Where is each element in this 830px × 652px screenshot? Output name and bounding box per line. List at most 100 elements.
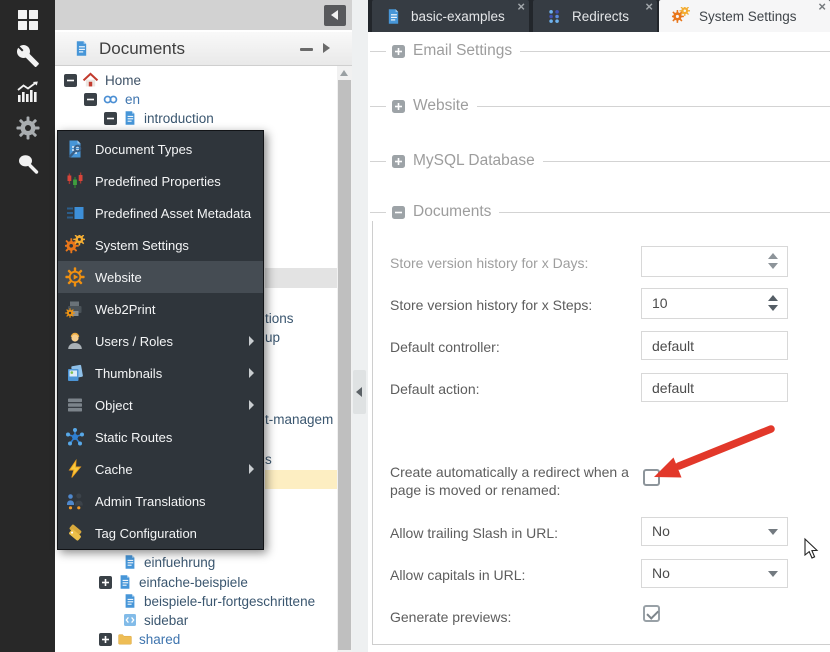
generate-previews-checkbox[interactable] [643, 605, 660, 622]
spin-up-icon[interactable] [768, 295, 778, 301]
tree-label[interactable]: beispiele-fur-fortgeschrittene [144, 594, 315, 609]
section-email-settings[interactable]: Email Settings [368, 42, 830, 60]
tree-row-introduction[interactable]: introduction [104, 108, 214, 128]
tree-row-einfache-beispiele[interactable]: einfache-beispiele [99, 572, 248, 592]
document-types-icon [65, 139, 85, 159]
panel-top-bar [55, 0, 352, 30]
documents-panel-header[interactable]: Documents [55, 32, 352, 66]
submenu-arrow-icon [249, 464, 254, 474]
menu-item-predefined-asset-metadata[interactable]: Predefined Asset Metadata [58, 197, 263, 229]
section-mysql-database[interactable]: MySQL Database [368, 152, 830, 170]
menu-item-cache[interactable]: Cache [58, 453, 263, 485]
tree-label[interactable]: einfache-beispiele [139, 575, 248, 590]
expand-node-icon[interactable] [99, 576, 112, 589]
trailing-slash-select[interactable]: No [641, 517, 788, 546]
version-history-steps-spinner[interactable]: 10 [641, 288, 788, 319]
expand-section-icon[interactable] [392, 155, 405, 168]
tree-label[interactable]: Home [105, 73, 141, 88]
version-history-days-spinner[interactable] [641, 246, 788, 277]
section-label: Documents [413, 203, 491, 221]
scrollbar-thumb[interactable] [338, 80, 351, 650]
expand-node-icon[interactable] [99, 633, 112, 646]
folder-icon [117, 631, 133, 647]
tree-row-beispiele-fur-fortgeschrittene[interactable]: beispiele-fur-fortgeschrittene [117, 591, 315, 611]
tree-row-home[interactable]: Home [64, 70, 141, 90]
menu-item-predefined-properties[interactable]: Predefined Properties [58, 165, 263, 197]
tag-configuration-icon [65, 523, 85, 543]
tab-basic-examples[interactable]: basic-examples × [372, 0, 529, 32]
expand-tree-tool[interactable] [323, 43, 330, 53]
scroll-up-arrow-icon[interactable] [340, 70, 348, 76]
menu-item-admin-translations[interactable]: Admin Translations [58, 485, 263, 517]
menu-item-tag-configuration[interactable]: Tag Configuration [58, 517, 263, 549]
collapse-section-icon[interactable] [392, 206, 405, 219]
submenu-arrow-icon [249, 336, 254, 346]
tree-label[interactable]: shared [139, 632, 180, 647]
menu-item-label: Tag Configuration [95, 526, 197, 541]
section-label: MySQL Database [413, 152, 535, 170]
tree-label-fragment[interactable]: s [265, 452, 337, 467]
field-label: Allow capitals in URL: [390, 566, 642, 584]
tree-label-fragment[interactable]: t-managem [265, 412, 337, 427]
spin-down-icon[interactable] [768, 263, 778, 269]
menu-item-document-types[interactable]: Document Types [58, 133, 263, 165]
default-controller-input[interactable] [641, 331, 788, 360]
close-tab-icon[interactable]: × [517, 0, 525, 14]
menu-item-system-settings[interactable]: System Settings [58, 229, 263, 261]
tree-scrollbar[interactable] [337, 66, 352, 652]
section-documents[interactable]: Documents [368, 203, 830, 221]
expand-section-icon[interactable] [392, 45, 405, 58]
spin-down-icon[interactable] [768, 305, 778, 311]
admin-translations-icon [65, 491, 85, 511]
spin-up-icon[interactable] [768, 253, 778, 259]
collapse-tree-tool[interactable] [300, 48, 313, 51]
menu-item-users-roles[interactable]: Users / Roles [58, 325, 263, 357]
home-icon [82, 72, 99, 89]
close-tab-icon[interactable]: × [645, 0, 653, 14]
tree-row-shared[interactable]: shared [99, 629, 180, 649]
tab-redirects[interactable]: Redirects × [533, 0, 657, 32]
tree-label-fragment[interactable]: tions [265, 311, 337, 326]
tree-label-fragment[interactable]: up [265, 330, 337, 345]
tree-label[interactable]: en [125, 92, 140, 107]
menu-item-object[interactable]: Object [58, 389, 263, 421]
system-settings-content: Email Settings Website MySQL Database Do… [368, 32, 830, 652]
tree-row-sidebar[interactable]: sidebar [117, 610, 188, 630]
menu-item-web2print[interactable]: Web2Print [58, 293, 263, 325]
close-tab-icon[interactable]: × [818, 0, 826, 14]
select-value: No [652, 565, 670, 581]
predefined-asset-metadata-icon [65, 203, 85, 223]
tools-wrench-icon[interactable] [16, 44, 40, 68]
submenu-arrow-icon [249, 368, 254, 378]
collapse-node-icon[interactable] [64, 74, 77, 87]
tree-label[interactable]: einfuehrung [144, 555, 215, 570]
tree-label[interactable]: introduction [144, 111, 214, 126]
left-icon-rail [0, 0, 55, 652]
tree-highlighted-row-band [265, 470, 337, 489]
collapse-node-icon[interactable] [84, 93, 97, 106]
menu-item-website[interactable]: Website [58, 261, 263, 293]
tree-row-einfuehrung[interactable]: einfuehrung [117, 552, 215, 572]
expand-section-icon[interactable] [392, 100, 405, 113]
tree-label[interactable]: sidebar [144, 613, 188, 628]
menu-item-thumbnails[interactable]: Thumbnails [58, 357, 263, 389]
collapse-panel-button[interactable] [324, 5, 346, 26]
search-icon[interactable] [16, 152, 40, 176]
menu-item-label: Thumbnails [95, 366, 162, 381]
collapse-node-icon[interactable] [104, 112, 117, 125]
settings-gear-icon[interactable] [16, 116, 40, 140]
documents-page-icon [73, 40, 90, 57]
panel-splitter[interactable] [352, 0, 368, 652]
apps-menu-icon[interactable] [16, 8, 40, 32]
section-website[interactable]: Website [368, 97, 830, 115]
reports-chart-icon[interactable] [16, 80, 40, 104]
menu-item-label: Users / Roles [95, 334, 173, 349]
tree-row-en[interactable]: en [84, 89, 140, 109]
page-icon [117, 574, 133, 590]
tab-system-settings[interactable]: System Settings × [659, 0, 830, 32]
capitals-in-url-select[interactable]: No [641, 559, 788, 588]
auto-redirect-checkbox[interactable] [643, 469, 660, 486]
splitter-collapse-handle[interactable] [353, 370, 366, 414]
menu-item-static-routes[interactable]: Static Routes [58, 421, 263, 453]
default-action-input[interactable] [641, 373, 788, 402]
